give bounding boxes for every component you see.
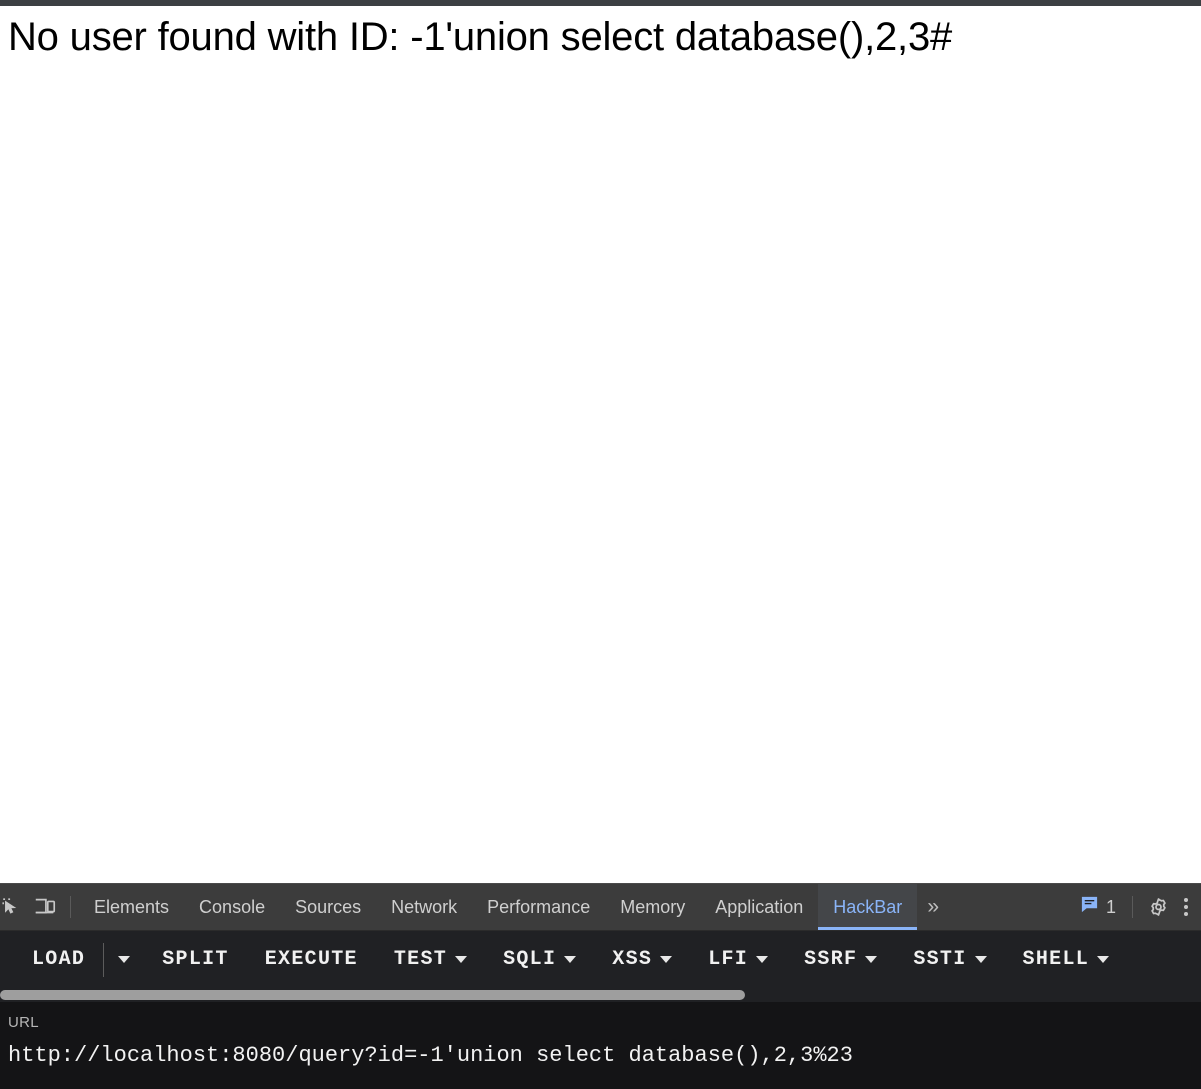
chevron-down-icon xyxy=(865,956,878,963)
hackbar-button-label: SSRF xyxy=(804,948,858,971)
issues-message-icon xyxy=(1080,895,1099,919)
tab-sources[interactable]: Sources xyxy=(280,884,376,930)
hackbar-button-label: EXECUTE xyxy=(264,948,358,971)
url-input[interactable]: http://localhost:8080/query?id=-1'union … xyxy=(8,1043,1193,1068)
tab-network[interactable]: Network xyxy=(376,884,472,930)
tab-memory[interactable]: Memory xyxy=(605,884,700,930)
devtools-right-tools: 1 xyxy=(1072,884,1201,930)
hackbar-toolbar-scrollbar[interactable] xyxy=(0,988,1201,1002)
hackbar-button-label: SPLIT xyxy=(162,948,229,971)
tab-label: Sources xyxy=(295,896,362,917)
tab-label: Network xyxy=(391,896,458,917)
tab-console[interactable]: Console xyxy=(184,884,280,930)
page-viewport: No user found with ID: -1'union select d… xyxy=(0,6,1201,883)
hackbar-split-button[interactable]: SPLIT xyxy=(144,931,247,988)
hackbar-xss-button[interactable]: XSS xyxy=(594,931,690,988)
kebab-dot xyxy=(1184,898,1188,902)
hackbar-button-label: SSTI xyxy=(913,948,967,971)
tab-label: HackBar xyxy=(833,896,903,917)
tab-hackbar[interactable]: HackBar xyxy=(818,884,918,930)
issues-count: 1 xyxy=(1105,896,1116,917)
devtools-left-tools xyxy=(0,884,79,930)
hackbar-button-label: SHELL xyxy=(1022,948,1090,971)
chevron-down-icon xyxy=(564,956,577,963)
hackbar-button-label: SQLI xyxy=(503,948,557,971)
tab-overflow-chevron-icon[interactable]: » xyxy=(917,884,947,930)
tab-label: Application xyxy=(715,896,804,917)
chevron-down-icon xyxy=(660,956,673,963)
hackbar-url-section: URL http://localhost:8080/query?id=-1'un… xyxy=(0,1002,1201,1089)
scrollbar-thumb[interactable] xyxy=(0,990,745,1000)
hackbar-lfi-button[interactable]: LFI xyxy=(690,931,786,988)
chevron-down-icon xyxy=(118,956,131,963)
hackbar-execute-button[interactable]: EXECUTE xyxy=(247,931,376,988)
hackbar-load-dropdown-button[interactable] xyxy=(104,931,144,988)
tab-elements[interactable]: Elements xyxy=(79,884,184,930)
hackbar-test-button[interactable]: TEST xyxy=(376,931,485,988)
kebab-dot xyxy=(1184,912,1188,916)
hackbar-toolbar: LOAD SPLIT EXECUTE TEST SQLI XSS LFI SSR… xyxy=(0,931,1201,988)
tab-overflow-label: » xyxy=(927,895,939,918)
hackbar-button-label: XSS xyxy=(612,948,653,971)
tab-label: Memory xyxy=(620,896,686,917)
chevron-down-icon xyxy=(756,956,769,963)
url-label: URL xyxy=(8,1014,39,1031)
tab-label: Console xyxy=(199,896,266,917)
page-message-text: No user found with ID: -1'union select d… xyxy=(8,15,953,59)
tab-label: Elements xyxy=(94,896,170,917)
toolbar-divider xyxy=(70,896,71,918)
hackbar-sqli-button[interactable]: SQLI xyxy=(485,931,594,988)
kebab-menu-icon[interactable] xyxy=(1175,884,1197,930)
hackbar-shell-button[interactable]: SHELL xyxy=(1005,931,1128,988)
devtools-tab-list: Elements Console Sources Network Perform… xyxy=(79,884,1072,930)
tab-performance[interactable]: Performance xyxy=(472,884,605,930)
hackbar-button-label: LOAD xyxy=(32,948,86,971)
chevron-down-icon xyxy=(455,956,468,963)
tab-label: Performance xyxy=(487,896,591,917)
chevron-down-icon xyxy=(1097,956,1110,963)
hackbar-ssrf-button[interactable]: SSRF xyxy=(786,931,895,988)
hackbar-button-label: TEST xyxy=(393,948,448,971)
hackbar-ssti-button[interactable]: SSTI xyxy=(895,931,1004,988)
devtools-panel: Elements Console Sources Network Perform… xyxy=(0,883,1201,1089)
tab-application[interactable]: Application xyxy=(700,884,818,930)
hackbar-button-label: LFI xyxy=(708,948,749,971)
hackbar-load-button[interactable]: LOAD xyxy=(14,931,103,988)
chevron-down-icon xyxy=(974,956,987,963)
kebab-dot xyxy=(1184,905,1188,909)
inspect-element-icon[interactable] xyxy=(0,884,28,930)
right-tools-divider xyxy=(1132,896,1133,918)
issues-counter[interactable]: 1 xyxy=(1072,884,1124,930)
devtools-tabbar: Elements Console Sources Network Perform… xyxy=(0,884,1201,931)
device-toolbar-icon[interactable] xyxy=(28,884,62,930)
gear-icon[interactable] xyxy=(1141,884,1175,930)
